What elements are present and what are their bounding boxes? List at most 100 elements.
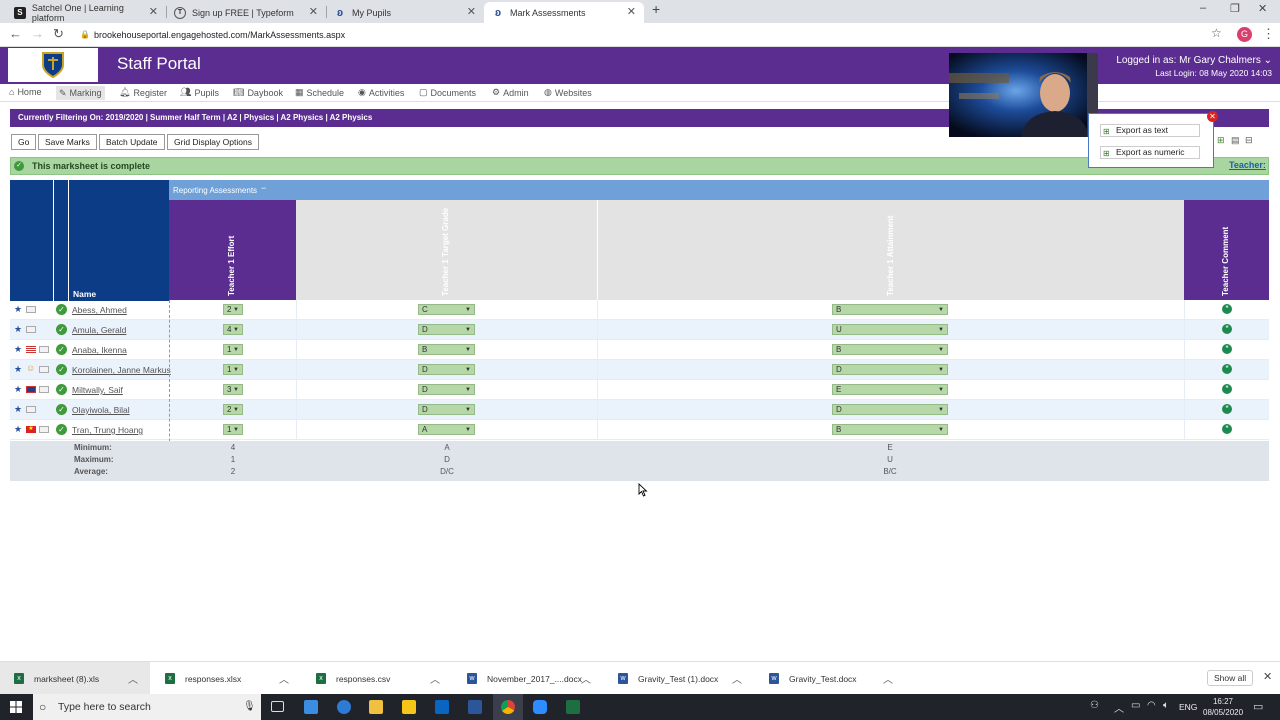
word-icon[interactable] (468, 700, 482, 714)
effort-select[interactable]: 1 ▼ (223, 424, 243, 435)
window-close-icon[interactable]: ✕ (1258, 2, 1267, 15)
export-as-numeric[interactable]: ⊞ Export as numeric (1100, 146, 1200, 159)
chrome-taskbar-slot[interactable] (493, 694, 523, 720)
clock[interactable]: 16:27 08/05/2020 (1203, 696, 1243, 718)
language-indicator[interactable]: ENG (1179, 702, 1197, 712)
collapse-icon[interactable]: − (261, 183, 266, 193)
menu-marking[interactable]: ✎ Marking (56, 86, 105, 100)
effort-select[interactable]: 3 ▼ (223, 384, 243, 395)
volume-icon[interactable]: 🔈︎ (1163, 700, 1169, 711)
download-item[interactable]: x responses.csv ︿ (302, 662, 452, 695)
menu-documents[interactable]: ▢ Documents (416, 87, 479, 98)
wifi-icon[interactable]: ◠ (1147, 700, 1156, 711)
comment-icon[interactable]: * (1222, 364, 1232, 374)
back-icon[interactable]: ← (9, 26, 22, 41)
attainment-select[interactable]: D ▼ (832, 404, 948, 415)
header-attainment[interactable]: Teacher 1 Attainment (597, 200, 1184, 300)
target-grade-select[interactable]: A ▼ (418, 424, 475, 435)
header-effort[interactable]: Teacher 1 Effort (169, 200, 296, 300)
pupil-name[interactable]: Korolainen, Janne Markus (72, 365, 171, 375)
reload-icon[interactable]: ↻ (53, 26, 64, 42)
chevron-up-icon[interactable]: ︿ (128, 671, 138, 686)
comment-icon[interactable]: * (1222, 344, 1232, 354)
save-marks-button[interactable]: Save Marks (38, 134, 97, 150)
menu-daybook[interactable]: 📖︎ Daybook (230, 87, 286, 98)
star-icon[interactable]: ★ (14, 405, 23, 414)
close-icon[interactable]: ✕ (1263, 670, 1272, 683)
battery-icon[interactable]: ▭ (1131, 700, 1140, 711)
target-grade-select[interactable]: D ▼ (418, 384, 475, 395)
download-item[interactable]: w Gravity_Test (1).docx ︿ (604, 662, 754, 695)
forward-icon[interactable]: → (31, 26, 44, 41)
people-icon[interactable]: ⚇ (1090, 700, 1099, 711)
comment-icon[interactable]: * (1222, 404, 1232, 414)
close-icon[interactable]: ✕ (1207, 111, 1218, 122)
chevron-down-icon[interactable]: ⌄ (1264, 55, 1272, 66)
tab-satchel[interactable]: S Satchel One | Learning platform ✕ (6, 2, 166, 23)
microphone-icon[interactable]: 🎙︎ (243, 694, 256, 720)
chevron-up-icon[interactable]: ︿ (279, 671, 289, 686)
header-name-column[interactable]: Name (69, 180, 169, 301)
menu-activities[interactable]: ◉ Activities (355, 87, 407, 98)
new-tab-icon[interactable]: + (652, 1, 660, 17)
url-field[interactable]: 🔒 brookehouseportal.engagehosted.com/Mar… (78, 26, 1206, 44)
go-button[interactable]: Go (11, 134, 37, 150)
attainment-select[interactable]: E ▼ (832, 384, 948, 395)
outlook-icon[interactable] (435, 700, 449, 714)
attainment-select[interactable]: D ▼ (832, 364, 948, 375)
header-comment[interactable]: Teacher Comment (1184, 200, 1269, 300)
menu-dots-icon[interactable]: ⋮ (1262, 26, 1275, 42)
attainment-select[interactable]: B ▼ (832, 424, 948, 435)
header-target-grade[interactable]: Teacher 1 Target Grade (296, 200, 597, 300)
tab-my-pupils[interactable]: ʚ My Pupils ✕ (326, 2, 484, 23)
mail-icon[interactable] (304, 700, 318, 714)
restore-icon[interactable]: ❐ (1230, 2, 1240, 15)
menu-websites[interactable]: ◍ Websites (541, 87, 595, 98)
export-as-text[interactable]: ⊞ Export as text (1100, 124, 1200, 137)
chevron-up-icon[interactable]: ︿ (581, 671, 591, 686)
windows-start-icon[interactable] (10, 701, 22, 713)
comment-icon[interactable]: * (1222, 424, 1232, 434)
menu-pupils[interactable]: 👥︎ Pupils (177, 87, 222, 98)
chevron-up-icon[interactable]: ︿ (732, 671, 742, 686)
target-grade-select[interactable]: D ▼ (418, 324, 475, 335)
batch-update-button[interactable]: Batch Update (99, 134, 165, 150)
zoom-icon[interactable] (533, 700, 547, 714)
star-icon[interactable]: ★ (14, 345, 23, 354)
target-grade-select[interactable]: D ▼ (418, 364, 475, 375)
star-icon[interactable]: ☆ (1211, 26, 1222, 40)
chevron-up-icon[interactable]: ︿ (430, 671, 440, 686)
attainment-select[interactable]: U ▼ (832, 324, 948, 335)
task-view-icon[interactable] (271, 701, 284, 712)
logged-in-user[interactable]: Logged in as: Mr Gary Chalmers (1116, 55, 1261, 66)
pupil-name[interactable]: Amula, Gerald (72, 325, 126, 335)
download-item[interactable]: w November_2017_....docx ︿ (453, 662, 603, 695)
star-icon[interactable]: ★ (14, 385, 23, 394)
show-all-button[interactable]: Show all (1207, 670, 1254, 686)
star-icon[interactable]: ★ (14, 325, 23, 334)
settings-icon[interactable]: ⊟ (1245, 135, 1253, 146)
effort-select[interactable]: 2 ▼ (223, 404, 243, 415)
notifications-icon[interactable]: ▭ (1253, 700, 1263, 713)
download-item[interactable]: w Gravity_Test.docx ︿ (755, 662, 905, 695)
attainment-select[interactable]: B ▼ (832, 344, 948, 355)
print-icon[interactable]: ▤ (1231, 135, 1240, 146)
chevron-up-icon[interactable]: ︿ (1114, 700, 1124, 715)
pupil-name[interactable]: Anaba, Ikenna (72, 345, 127, 355)
edge-icon[interactable] (337, 700, 351, 714)
file-explorer-icon[interactable] (369, 700, 383, 714)
export-icon[interactable]: ⊞ (1217, 135, 1225, 146)
effort-select[interactable]: 2 ▼ (223, 304, 243, 315)
download-item[interactable]: x responses.xlsx ︿ (151, 662, 301, 695)
target-grade-select[interactable]: C ▼ (418, 304, 475, 315)
pupil-name[interactable]: Tran, Trung Hoang (72, 425, 143, 435)
comment-icon[interactable]: * (1222, 384, 1232, 394)
menu-admin[interactable]: ⚙ Admin (489, 87, 532, 98)
chevron-up-icon[interactable]: ︿ (883, 671, 893, 686)
comment-icon[interactable]: * (1222, 324, 1232, 334)
profile-avatar[interactable]: G (1237, 27, 1252, 42)
close-icon[interactable]: ✕ (309, 5, 318, 18)
target-grade-select[interactable]: D ▼ (418, 404, 475, 415)
effort-select[interactable]: 4 ▼ (223, 324, 243, 335)
pupil-name[interactable]: Olayiwola, Bilal (72, 405, 130, 415)
